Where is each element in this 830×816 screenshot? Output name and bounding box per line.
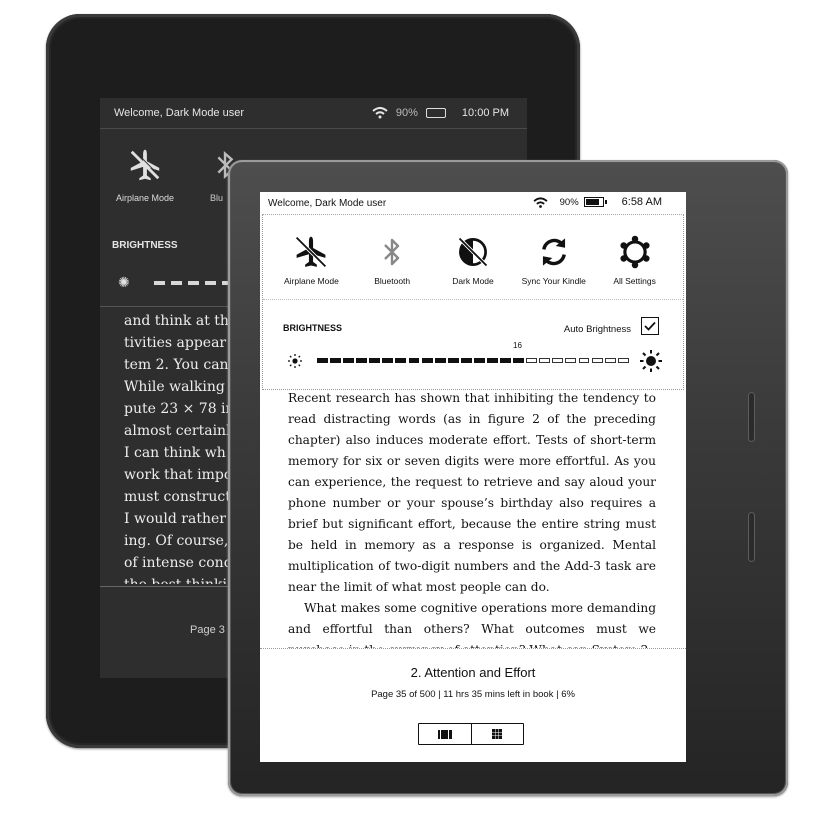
- sun-large-icon: [640, 350, 662, 372]
- brightness-segment[interactable]: [395, 358, 407, 363]
- back-page-label: Page 3: [190, 624, 225, 636]
- brightness-segment[interactable]: [473, 358, 485, 363]
- book-paragraph: Recent research has shown that inhibitin…: [288, 391, 656, 594]
- brightness-segment[interactable]: [604, 358, 616, 363]
- brightness-segment[interactable]: [487, 358, 498, 363]
- back-welcome-text: Welcome, Dark Mode user: [114, 107, 245, 119]
- battery-icon: [425, 108, 446, 118]
- book-page-text[interactable]: Recent research has shown that inhibitin…: [288, 388, 656, 661]
- airplane-mode-button[interactable]: Airplane Mode: [272, 233, 350, 286]
- auto-brightness-label: Auto Brightness: [563, 324, 631, 335]
- reading-progress: Page 35 of 500 | 11 hrs 35 mins left in …: [371, 689, 575, 700]
- sync-button[interactable]: Sync Your Kindle: [515, 233, 593, 286]
- bluetooth-button[interactable]: Bluetooth: [353, 233, 431, 286]
- back-brightness-label: BRIGHTNESS: [112, 240, 178, 251]
- bluetooth-label: Bluetooth: [374, 276, 411, 286]
- battery-icon: [583, 197, 607, 207]
- status-bar: Welcome, Dark Mode user 90% 6:58 AM: [260, 192, 686, 214]
- back-slider-seg: [153, 280, 165, 285]
- brightness-segment[interactable]: [382, 358, 394, 363]
- back-status-bar: Welcome, Dark Mode user 90% 10:00 PM: [100, 98, 527, 129]
- back-slider-seg: [187, 280, 199, 285]
- brightness-segment[interactable]: [317, 358, 328, 363]
- status-right: 90% 6:58 AM: [533, 196, 662, 208]
- page-view-button[interactable]: [419, 724, 471, 744]
- back-brightness-slider[interactable]: ✺: [118, 274, 233, 291]
- brightness-segment[interactable]: [513, 358, 525, 363]
- airplane-off-icon: [295, 236, 328, 268]
- dark-mode-label: Dark Mode: [452, 276, 494, 286]
- page-back-button[interactable]: [748, 512, 755, 562]
- airplane-off-icon: [130, 149, 161, 181]
- brightness-segment[interactable]: [434, 358, 446, 363]
- brightness-segment[interactable]: [591, 358, 603, 363]
- chapter-title: 2. Attention and Effort: [410, 665, 536, 680]
- back-slider-seg: [204, 280, 216, 285]
- sun-small-icon: [288, 354, 302, 368]
- dark-mode-icon: [458, 237, 488, 267]
- sync-icon: [541, 238, 566, 266]
- brightness-segment[interactable]: [408, 358, 420, 363]
- back-airplane-label: Airplane Mode: [115, 193, 175, 203]
- clock-time: 6:58 AM: [621, 196, 662, 208]
- reading-footer: 2. Attention and Effort Page 35 of 500 |…: [260, 648, 686, 762]
- wifi-icon: [372, 107, 388, 119]
- brightness-segment[interactable]: [369, 358, 381, 363]
- checkmark-icon: [644, 321, 656, 331]
- all-settings-button[interactable]: All Settings: [596, 233, 674, 286]
- brightness-segment[interactable]: [526, 358, 538, 363]
- brightness-segment[interactable]: [447, 358, 459, 363]
- brightness-segment[interactable]: [617, 358, 629, 363]
- sync-label: Sync Your Kindle: [521, 276, 586, 286]
- all-settings-label: All Settings: [613, 276, 656, 286]
- back-battery-percent: 90%: [395, 107, 418, 119]
- view-toggle: [418, 723, 524, 745]
- auto-brightness-checkbox[interactable]: [641, 317, 659, 335]
- grid-icon: [492, 729, 503, 739]
- grid-view-button[interactable]: [470, 724, 524, 744]
- wifi-icon: [533, 196, 548, 208]
- quick-actions-row: Airplane Mode Bluetooth Dark Mode Sync Y…: [263, 233, 683, 286]
- back-time: 10:00 PM: [461, 107, 509, 119]
- back-quick-airplane[interactable]: Airplane Mode: [114, 146, 176, 203]
- front-kindle-screen: Welcome, Dark Mode user 90% 6:58 AM Airp…: [260, 192, 686, 762]
- brightness-segment[interactable]: [343, 358, 355, 363]
- brightness-segment[interactable]: [552, 358, 564, 363]
- brightness-segment[interactable]: [500, 358, 511, 363]
- brightness-segment[interactable]: [356, 358, 368, 363]
- brightness-segment[interactable]: [460, 358, 472, 363]
- welcome-text: Welcome, Dark Mode user: [268, 198, 387, 209]
- page-flip-icon: [437, 729, 452, 739]
- brightness-track[interactable]: [317, 358, 629, 363]
- brightness-segment[interactable]: [578, 358, 590, 363]
- brightness-segment[interactable]: [421, 358, 433, 363]
- brightness-segment[interactable]: [330, 358, 341, 363]
- sun-small-icon: ✺: [118, 274, 130, 290]
- back-slider-seg: [170, 280, 182, 285]
- airplane-mode-label: Airplane Mode: [283, 276, 339, 286]
- brightness-value: 16: [513, 341, 522, 350]
- panel-divider: [263, 299, 683, 300]
- gear-icon: [619, 235, 650, 269]
- page-forward-button[interactable]: [748, 392, 755, 442]
- battery-percent: 90%: [559, 196, 579, 208]
- quick-actions-panel: Airplane Mode Bluetooth Dark Mode Sync Y…: [262, 214, 684, 390]
- brightness-label: BRIGHTNESS: [283, 323, 343, 333]
- back-status-right: 90% 10:00 PM: [372, 107, 509, 119]
- dark-mode-button[interactable]: Dark Mode: [434, 233, 512, 286]
- brightness-segment[interactable]: [565, 358, 577, 363]
- bluetooth-icon: [384, 238, 400, 266]
- brightness-segment[interactable]: [539, 358, 551, 363]
- brightness-slider[interactable]: [287, 350, 667, 372]
